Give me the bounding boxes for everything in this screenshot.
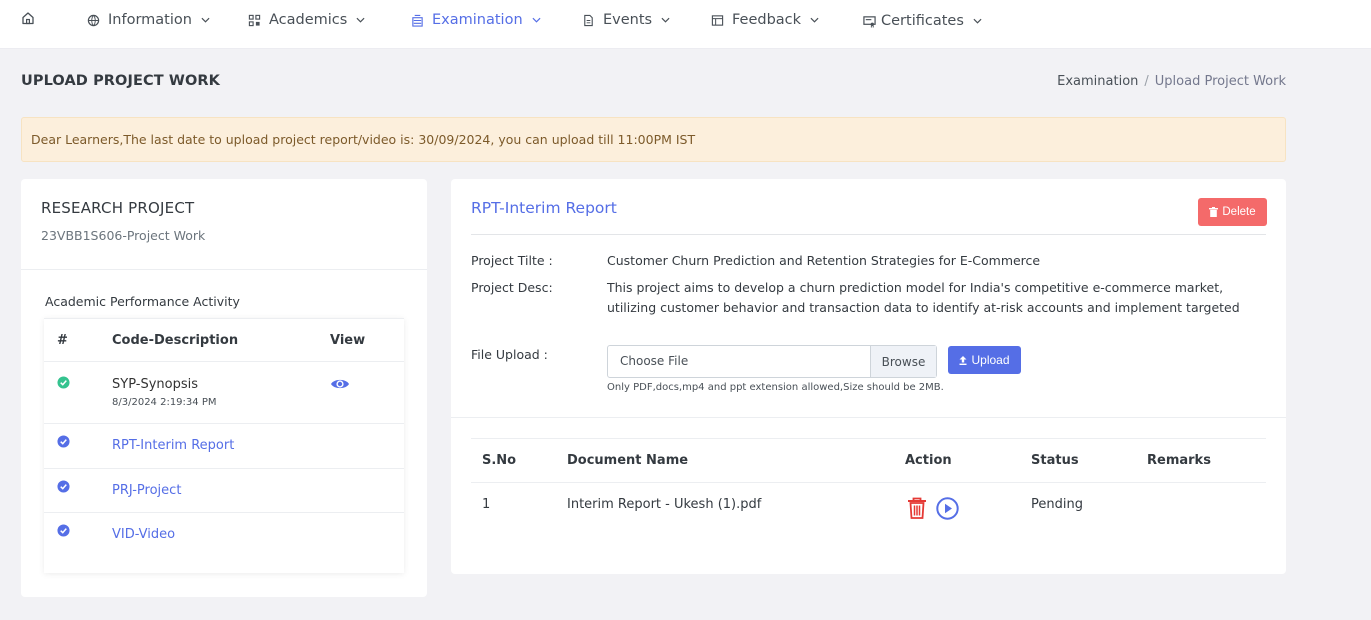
nav-certificates[interactable]: Certificates xyxy=(863,1,982,41)
project-desc-value: This project aims to develop a churn pre… xyxy=(607,280,1240,315)
grid-icon xyxy=(248,14,261,26)
col-sno: S.No xyxy=(482,453,517,468)
row-sno: 1 xyxy=(482,497,491,512)
breadcrumb-parent[interactable]: Examination xyxy=(1057,74,1138,89)
nav-events[interactable]: Events xyxy=(582,0,670,40)
col-hash: # xyxy=(57,333,68,348)
trash-icon[interactable] xyxy=(907,497,927,519)
activity-link-video[interactable]: VID-Video xyxy=(112,527,175,542)
project-desc-label: Project Desc: xyxy=(471,280,553,295)
chevron-down-icon xyxy=(356,17,365,23)
activity-link-interim-report[interactable]: RPT-Interim Report xyxy=(112,438,234,453)
activity-code: SYP-Synopsis xyxy=(112,377,198,392)
project-title-value: Customer Churn Prediction and Retention … xyxy=(607,253,1041,268)
nav-examination[interactable]: Examination xyxy=(411,0,541,40)
nav-information-label: Information xyxy=(108,12,192,28)
activity-date: 8/3/2024 2:19:34 PM xyxy=(112,397,217,408)
col-status: Status xyxy=(1031,453,1079,468)
nav-events-label: Events xyxy=(603,12,653,28)
nav-certificates-label: Certificates xyxy=(881,13,964,29)
breadcrumb: Examination / Upload Project Work xyxy=(1057,74,1286,89)
page-title: UPLOAD PROJECT WORK xyxy=(21,73,220,89)
col-document-name: Document Name xyxy=(567,453,689,468)
activity-row: SYP-Synopsis 8/3/2024 2:19:34 PM xyxy=(44,362,404,424)
activity-row: PRJ-Project xyxy=(44,469,404,513)
top-navbar: Information Academics Examination Events… xyxy=(0,0,1371,49)
breadcrumb-current: Upload Project Work xyxy=(1154,74,1286,89)
chevron-down-icon xyxy=(810,17,819,23)
activity-row: VID-Video xyxy=(44,513,404,557)
card-divider xyxy=(21,269,427,270)
table-row: 1 Interim Report - Ukesh (1).pdf Pending xyxy=(471,483,1266,533)
globe-icon xyxy=(87,14,100,26)
section-divider xyxy=(451,417,1286,418)
col-remarks: Remarks xyxy=(1147,453,1211,468)
documents-table-header: S.No Document Name Action Status Remarks xyxy=(471,438,1266,483)
activity-row: RPT-Interim Report xyxy=(44,424,404,469)
report-card: RPT-Interim Report Delete Project Tilte … xyxy=(451,179,1286,574)
deadline-alert: Dear Learners,The last date to upload pr… xyxy=(21,117,1286,162)
nav-academics[interactable]: Academics xyxy=(248,0,365,40)
nav-information[interactable]: Information xyxy=(87,0,210,40)
report-title: RPT-Interim Report xyxy=(471,199,617,217)
nav-feedback-label: Feedback xyxy=(732,12,802,28)
nav-feedback[interactable]: Feedback xyxy=(711,0,819,40)
choose-file-text[interactable]: Choose File xyxy=(608,346,870,377)
window-icon xyxy=(711,14,724,26)
upload-icon xyxy=(959,355,967,365)
chevron-down-icon xyxy=(661,17,670,23)
col-action: Action xyxy=(905,453,952,468)
delete-button[interactable]: Delete xyxy=(1198,198,1267,226)
row-status: Pending xyxy=(1031,497,1083,512)
delete-button-label: Delete xyxy=(1222,206,1256,218)
project-title-label: Project Tilte : xyxy=(471,253,553,268)
trash-icon xyxy=(1209,207,1219,217)
chevron-down-icon xyxy=(973,18,982,24)
exam-icon xyxy=(412,14,423,27)
research-project-code: 23VBB1S606-Project Work xyxy=(41,228,206,243)
check-circle-icon xyxy=(57,480,70,493)
home-icon[interactable] xyxy=(21,11,35,25)
check-circle-icon xyxy=(57,435,70,448)
play-circle-icon[interactable] xyxy=(936,497,959,520)
activity-table: # Code-Description View SYP-Synopsis 8/3… xyxy=(44,318,404,573)
check-circle-icon xyxy=(57,524,70,537)
upload-button-label: Upload xyxy=(971,353,1010,367)
upload-hint: Only PDF,docs,mp4 and ppt extension allo… xyxy=(607,382,944,393)
activity-link-project[interactable]: PRJ-Project xyxy=(112,483,181,498)
activity-section-title: Academic Performance Activity xyxy=(45,294,240,309)
check-circle-icon xyxy=(57,376,70,389)
nav-examination-label: Examination xyxy=(432,12,523,28)
title-divider xyxy=(471,234,1266,235)
file-icon xyxy=(584,14,593,26)
certificate-icon xyxy=(863,15,876,28)
eye-icon[interactable] xyxy=(330,377,350,391)
upload-button[interactable]: Upload xyxy=(948,346,1021,374)
row-document-name: Interim Report - Ukesh (1).pdf xyxy=(567,497,762,512)
file-input[interactable]: Choose File Browse xyxy=(607,345,937,378)
col-code-description: Code-Description xyxy=(112,333,239,348)
nav-academics-label: Academics xyxy=(269,12,348,28)
file-upload-label: File Upload : xyxy=(471,347,548,362)
activity-table-header: # Code-Description View xyxy=(44,318,404,362)
chevron-down-icon xyxy=(201,17,210,23)
col-view: View xyxy=(330,333,366,348)
chevron-down-icon xyxy=(532,17,541,23)
browse-button[interactable]: Browse xyxy=(870,346,936,377)
breadcrumb-separator: / xyxy=(1144,74,1149,89)
research-project-title: RESEARCH PROJECT xyxy=(41,199,195,217)
